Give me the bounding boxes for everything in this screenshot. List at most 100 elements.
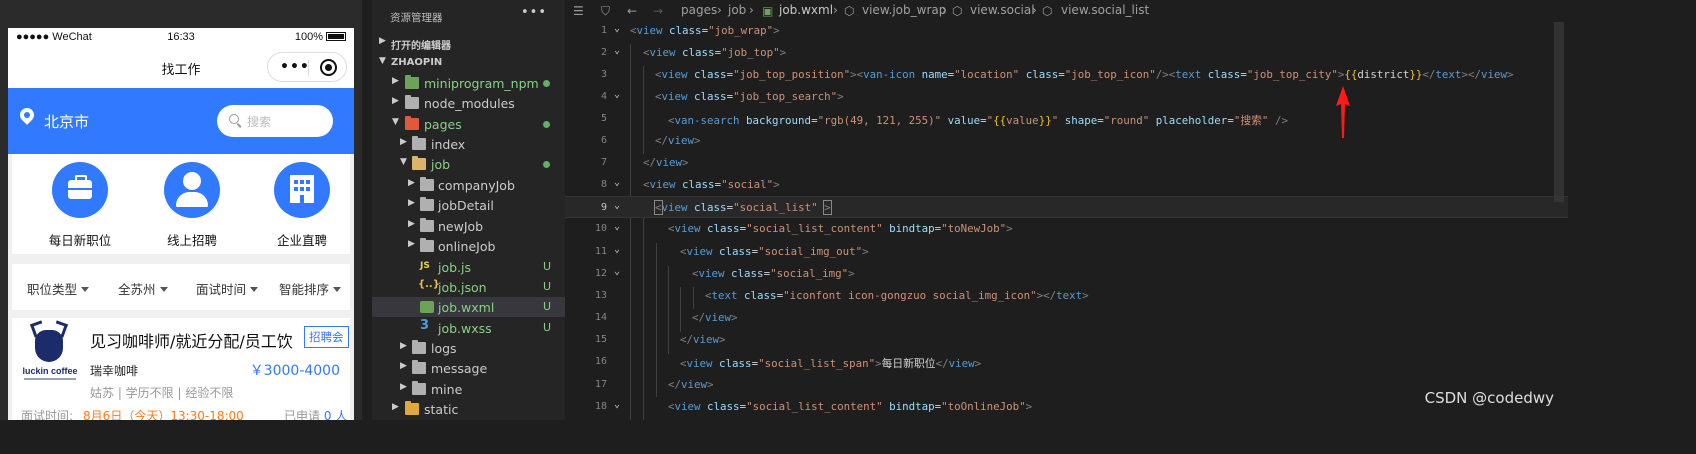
breadcrumb-item[interactable]: pages xyxy=(681,3,717,17)
tree-item-newjob[interactable]: ▶ newJob xyxy=(372,216,565,236)
tree-item-job-wxss[interactable]: 3 job.wxss U xyxy=(372,318,565,338)
fold-chevron-icon[interactable]: ⌄ xyxy=(614,244,620,255)
search-icon xyxy=(229,114,239,124)
code-line[interactable]: 3 <view class="job_top_position"><van-ic… xyxy=(565,64,1568,86)
bookmark-icon[interactable]: ⛉ xyxy=(601,4,610,19)
breadcrumb-item[interactable]: job.wxml xyxy=(779,3,833,17)
filter-region[interactable]: 全苏州 xyxy=(118,279,168,298)
code-text: <view class="social_list_content" bindta… xyxy=(668,222,1013,235)
back-arrow-icon[interactable]: ← xyxy=(627,4,637,18)
code-line[interactable]: 1 ⌄ <view class="job_wrap"> xyxy=(565,20,1568,42)
code-line[interactable]: 18 ⌄ <view class="social_list_content" b… xyxy=(565,396,1568,418)
code-line[interactable]: 11 ⌄ <view class="social_img_out"> xyxy=(565,241,1568,263)
search-input[interactable]: 搜索 xyxy=(217,105,333,137)
code-line[interactable]: 6 </view> xyxy=(565,130,1568,152)
filter-sort[interactable]: 智能排序 xyxy=(279,279,342,298)
tree-item-index[interactable]: ▶ index xyxy=(372,134,565,154)
tree-item-pages[interactable]: ▼ pages xyxy=(372,114,565,134)
list-icon[interactable]: ☰ xyxy=(573,4,584,18)
fold-chevron-icon[interactable]: ⌄ xyxy=(614,23,620,34)
interview-time: 8月6日（今天）13:30-18:00 xyxy=(83,409,244,420)
chevron-right-icon: ▶ xyxy=(392,402,399,412)
job-title: 见习咖啡师/就近分配/员工饮 xyxy=(90,332,293,351)
code-line[interactable]: 7 </view> xyxy=(565,152,1568,174)
tree-item-node-modules[interactable]: ▶ node_modules xyxy=(372,93,565,113)
line-number: 15 xyxy=(594,334,607,345)
line-number: 9 xyxy=(600,202,607,213)
close-miniprogram-button[interactable] xyxy=(320,59,337,76)
editor-scrollbar[interactable] xyxy=(1554,22,1564,202)
caret-down-icon xyxy=(250,287,259,292)
fold-chevron-icon[interactable]: ⌄ xyxy=(614,200,620,211)
filter-job-type[interactable]: 职位类型 xyxy=(27,279,90,298)
applied-suffix: 人 xyxy=(335,409,348,420)
section-open-editors[interactable]: ▶ 打开的编辑器 xyxy=(372,32,565,52)
folder-icon xyxy=(412,381,426,395)
tree-item-label: onlineJob xyxy=(438,239,496,254)
tree-item-job-js[interactable]: JS job.js U xyxy=(372,257,565,277)
code-line[interactable]: 5 <van-search background="rgb(49, 121, 2… xyxy=(565,108,1568,130)
code-line[interactable]: 15 </view> xyxy=(565,329,1568,351)
code-line[interactable]: 14 </view> xyxy=(565,307,1568,329)
social-item-company-direct[interactable]: 企业直聘 xyxy=(252,162,352,249)
code-line[interactable]: 4 ⌄ <view class="job_top_search"> xyxy=(565,86,1568,108)
code-line[interactable]: 8 ⌄ <view class="social"> xyxy=(565,174,1568,196)
battery-indicator: 100% xyxy=(295,31,346,43)
code-line-current[interactable]: 9 ⌄ <view class="social_list" > xyxy=(565,196,1568,218)
tree-item-job[interactable]: ▼ job xyxy=(372,154,565,174)
section-project[interactable]: ▼ ZHAOPIN xyxy=(372,52,565,72)
git-status-dot xyxy=(543,80,550,87)
job-card[interactable]: luckin coffee 见习咖啡师/就近分配/员工饮 招聘会 瑞幸咖啡 ￥3… xyxy=(12,318,350,420)
company-name: 瑞幸咖啡 xyxy=(90,364,139,378)
code-line[interactable]: 16 <view class="social_list_span">每日新职位<… xyxy=(565,351,1568,373)
tree-item-job-wxml[interactable]: job.wxml U xyxy=(372,297,565,317)
code-line[interactable]: 17 </view> xyxy=(565,374,1568,396)
tree-item-onlinejob[interactable]: ▶ onlineJob xyxy=(372,236,565,256)
tree-item-miniprogram-npm[interactable]: ▶ miniprogram_npm xyxy=(372,73,565,93)
tree-item-job-json[interactable]: {..} job.json U xyxy=(372,277,565,297)
chevron-right-icon: ▶ xyxy=(400,361,407,371)
fold-chevron-icon[interactable]: ⌄ xyxy=(614,399,620,410)
interview-time-row: 面试时间: 8月6日（今天）13:30-18:00 xyxy=(21,407,244,420)
code-line[interactable]: 2 ⌄ <view class="job_top"> xyxy=(565,42,1568,64)
code-text: </view> xyxy=(655,134,701,147)
code-text: <view class="social_list_content" bindta… xyxy=(668,400,1033,413)
tree-item-message[interactable]: ▶ message xyxy=(372,358,565,378)
tree-item-label: job xyxy=(431,157,451,172)
fold-chevron-icon[interactable]: ⌄ xyxy=(614,177,620,188)
breadcrumb-item[interactable]: view.job_wrap xyxy=(862,3,946,17)
code-line[interactable]: 12 ⌄ <view class="social_img"> xyxy=(565,263,1568,285)
code-line[interactable]: 13 <text class="iconfont icon-gongzuo so… xyxy=(565,285,1568,307)
line-number: 14 xyxy=(594,312,607,323)
social-item-new-jobs[interactable]: 每日新职位 xyxy=(30,162,130,249)
fold-chevron-icon[interactable]: ⌄ xyxy=(614,266,620,277)
tree-item-companyjob[interactable]: ▶ companyJob xyxy=(372,175,565,195)
forward-arrow-icon[interactable]: → xyxy=(653,4,663,18)
more-menu-button[interactable]: ••• xyxy=(280,60,310,74)
filter-interview-time[interactable]: 面试时间 xyxy=(196,279,259,298)
element-icon: ⬡ xyxy=(1042,4,1053,18)
job-meta: 姑苏 | 学历不限 | 经验不限 xyxy=(90,386,234,400)
breadcrumb-item[interactable]: view.social xyxy=(970,3,1035,17)
breadcrumb-item[interactable]: view.social_list xyxy=(1061,3,1149,17)
fold-chevron-icon[interactable]: ⌄ xyxy=(614,89,620,100)
tree-item-mine[interactable]: ▶ mine xyxy=(372,379,565,399)
fold-chevron-icon[interactable]: ⌄ xyxy=(614,221,620,232)
line-number: 3 xyxy=(600,69,607,80)
code-editor[interactable]: ☰ ⛉ ← → pages › job › ▣ job.wxml › ⬡ vie… xyxy=(565,0,1568,420)
tree-item-logs[interactable]: ▶ logs xyxy=(372,338,565,358)
job-top-bar: 北京市 搜索 xyxy=(8,88,354,154)
code-text: <view class="social_img_out"> xyxy=(680,245,869,258)
folder-icon xyxy=(420,197,434,211)
code-line[interactable]: 10 ⌄ <view class="social_list_content" b… xyxy=(565,218,1568,240)
tree-item-jobdetail[interactable]: ▶ jobDetail xyxy=(372,195,565,215)
city-label[interactable]: 北京市 xyxy=(44,111,89,132)
json-file-icon: {..} xyxy=(418,279,440,290)
social-item-online-recruit[interactable]: 线上招聘 xyxy=(142,162,242,249)
explorer-panel: 资源管理器 ••• ▶ 打开的编辑器 ▼ ZHAOPIN ▶ miniprogr… xyxy=(372,0,565,420)
fold-chevron-icon[interactable]: ⌄ xyxy=(614,45,620,56)
tree-item-static[interactable]: ▶ static xyxy=(372,399,565,419)
explorer-more-button[interactable]: ••• xyxy=(521,5,547,20)
status-bar: ●●●●● WeChat 16:33 100% xyxy=(8,28,354,48)
breadcrumb-item[interactable]: job xyxy=(728,3,746,17)
